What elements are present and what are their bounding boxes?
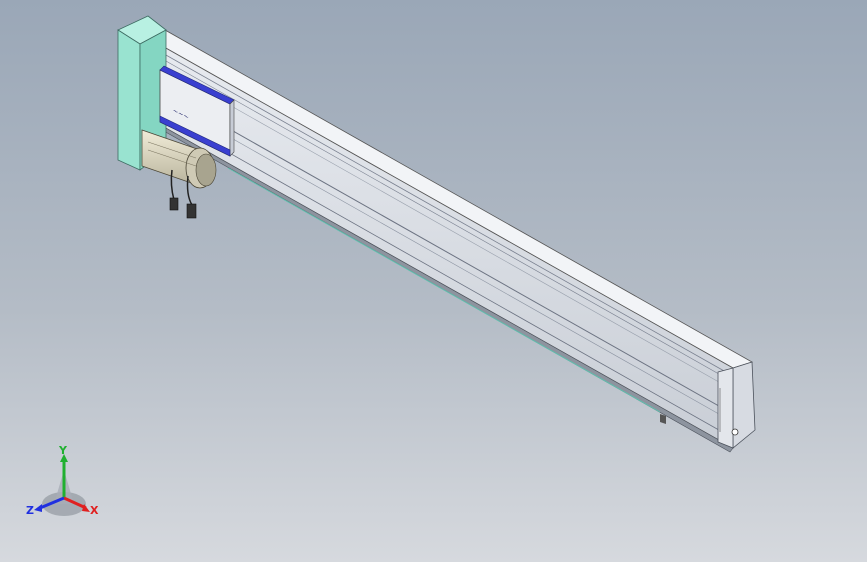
connector-2[interactable]	[186, 203, 197, 219]
cad-viewport[interactable]: ~~~ Y X Z	[0, 0, 867, 562]
rail-body[interactable]	[147, 29, 753, 453]
connector-1[interactable]	[169, 197, 179, 211]
z-axis-label: Z	[26, 504, 34, 517]
x-axis-label: X	[90, 504, 99, 517]
linear-module-model[interactable]: ~~~	[0, 0, 867, 562]
y-axis-label: Y	[59, 444, 67, 457]
axis-triad[interactable]: Y X Z	[24, 444, 108, 526]
